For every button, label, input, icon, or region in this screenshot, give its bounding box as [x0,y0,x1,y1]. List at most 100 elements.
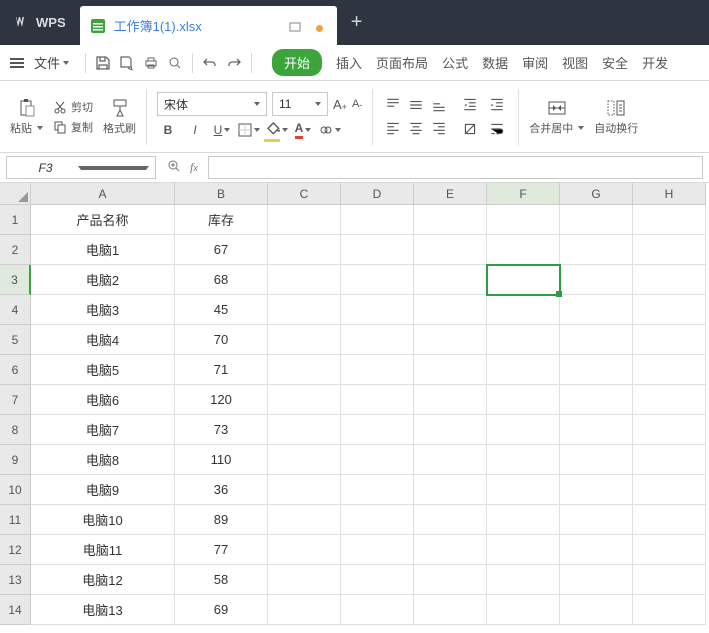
cell[interactable] [487,535,560,565]
cell[interactable]: 电脑3 [31,295,175,325]
cell[interactable] [268,355,341,385]
cell[interactable] [414,505,487,535]
cell[interactable]: 36 [175,475,268,505]
save-icon[interactable] [94,54,112,72]
cell[interactable] [487,205,560,235]
cell[interactable] [341,445,414,475]
cell[interactable] [414,475,487,505]
cell[interactable] [268,325,341,355]
cell[interactable]: 68 [175,265,268,295]
align-bottom-icon[interactable] [429,95,449,115]
cell[interactable] [414,295,487,325]
cell[interactable]: 73 [175,415,268,445]
col-header[interactable]: B [175,183,268,205]
save-as-icon[interactable] [118,54,136,72]
cell[interactable] [414,205,487,235]
cell[interactable] [560,445,633,475]
formula-input[interactable] [208,156,703,179]
print-icon[interactable] [142,54,160,72]
cell[interactable]: 电脑6 [31,385,175,415]
cell[interactable] [560,595,633,625]
tab-data[interactable]: 数据 [482,53,508,72]
cell[interactable] [560,535,633,565]
cell[interactable] [487,265,560,295]
cell[interactable] [633,265,706,295]
cell[interactable] [268,445,341,475]
undo-icon[interactable] [201,54,219,72]
copy-button[interactable]: 复制 [53,119,93,135]
tab-insert[interactable]: 插入 [336,53,362,72]
cell[interactable]: 58 [175,565,268,595]
cell[interactable] [414,385,487,415]
cell[interactable]: 67 [175,235,268,265]
cell[interactable] [633,205,706,235]
cell[interactable] [341,265,414,295]
cell[interactable] [341,385,414,415]
cell[interactable] [487,415,560,445]
cell[interactable] [341,295,414,325]
cell[interactable] [560,235,633,265]
tab-dev[interactable]: 开发 [642,53,668,72]
cell[interactable]: 电脑4 [31,325,175,355]
col-header[interactable]: C [268,183,341,205]
cell[interactable] [414,565,487,595]
cell[interactable]: 电脑9 [31,475,175,505]
cell[interactable] [560,265,633,295]
cell[interactable]: 电脑12 [31,565,175,595]
cell[interactable] [341,325,414,355]
cell[interactable]: 电脑13 [31,595,175,625]
indent-decrease-icon[interactable] [459,93,481,115]
cell[interactable] [487,355,560,385]
tab-window-icon[interactable] [288,20,302,37]
fill-color-button[interactable] [265,119,287,141]
cell[interactable] [414,265,487,295]
cell[interactable]: 产品名称 [31,205,175,235]
row-header[interactable]: 11 [0,505,31,535]
cell[interactable] [414,235,487,265]
cell[interactable] [633,415,706,445]
cell[interactable] [487,235,560,265]
cell[interactable] [341,565,414,595]
cell[interactable] [341,205,414,235]
tab-formula[interactable]: 公式 [442,53,468,72]
cell[interactable] [487,505,560,535]
row-header[interactable]: 1 [0,205,31,235]
cell[interactable] [414,355,487,385]
col-header[interactable]: E [414,183,487,205]
cell[interactable]: 电脑1 [31,235,175,265]
cell[interactable]: 库存 [175,205,268,235]
hamburger-menu-icon[interactable] [10,58,24,68]
cell[interactable] [560,385,633,415]
bold-button[interactable]: B [157,119,179,141]
row-header[interactable]: 7 [0,385,31,415]
document-tab-active[interactable]: 工作簿1(1).xlsx [80,6,337,45]
cell[interactable]: 69 [175,595,268,625]
cell[interactable] [560,565,633,595]
align-center-icon[interactable] [406,118,426,138]
cell[interactable] [487,445,560,475]
row-header[interactable]: 4 [0,295,31,325]
cell[interactable]: 89 [175,505,268,535]
cell[interactable] [414,415,487,445]
col-header[interactable]: F [487,183,560,205]
zoom-icon[interactable] [166,158,182,177]
cell[interactable] [560,505,633,535]
row-header[interactable]: 10 [0,475,31,505]
cell[interactable] [268,475,341,505]
wrap-text-icon[interactable] [486,118,508,140]
cell[interactable]: 70 [175,325,268,355]
cell[interactable] [268,535,341,565]
cell[interactable] [341,235,414,265]
cell[interactable] [414,595,487,625]
cell[interactable] [633,565,706,595]
cell[interactable]: 77 [175,535,268,565]
cell[interactable] [560,475,633,505]
font-color-button[interactable]: A [292,119,314,141]
cell[interactable] [341,355,414,385]
merge-center-button[interactable]: 合并居中 [529,97,584,136]
cell[interactable] [341,595,414,625]
select-all-corner[interactable] [0,183,31,205]
cell[interactable] [341,535,414,565]
fx-icon[interactable]: fx [190,160,198,175]
effects-button[interactable] [319,119,341,141]
